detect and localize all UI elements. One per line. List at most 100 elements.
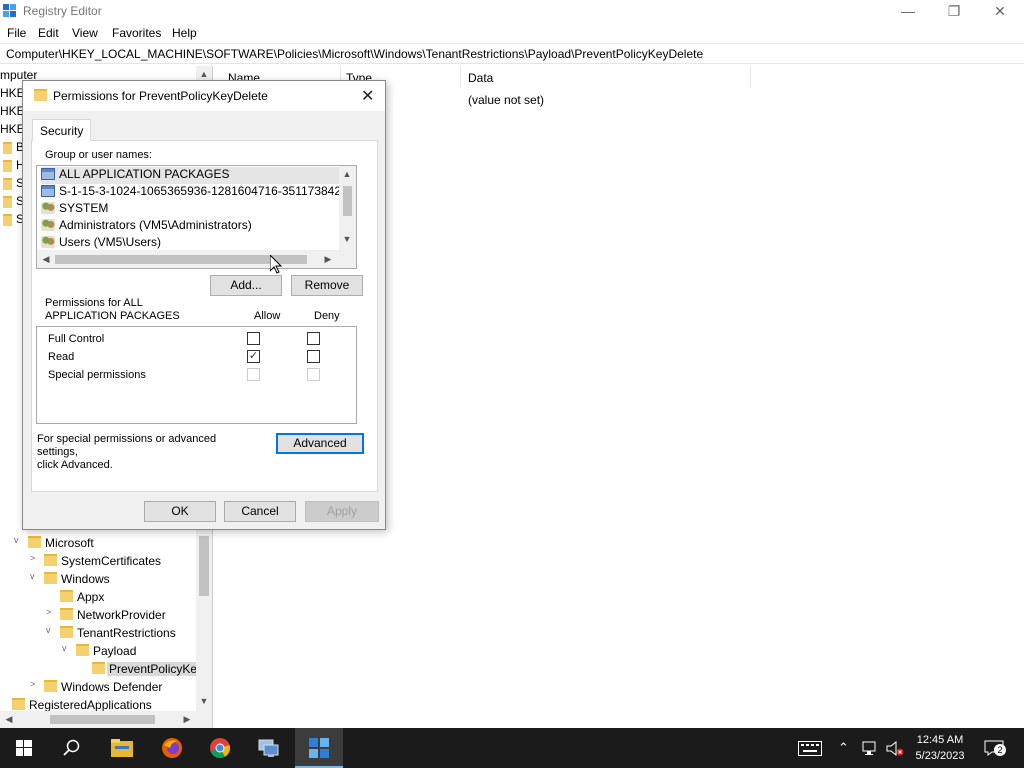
action-center-button[interactable]: 2: [984, 740, 1006, 756]
keyboard-icon[interactable]: [798, 741, 822, 756]
tab-security[interactable]: Security: [32, 119, 92, 141]
scroll-right-arrow-icon[interactable]: ▶: [321, 254, 335, 265]
scrollbar-thumb[interactable]: [343, 186, 352, 216]
scroll-right-arrow-icon[interactable]: ▶: [180, 714, 194, 725]
tree-item-label: TenantRestrictions: [77, 626, 176, 640]
tree-item-label: SystemCertificates: [61, 554, 162, 568]
remove-button[interactable]: Remove: [291, 275, 363, 296]
permissions-for-label: Permissions for ALL: [45, 297, 143, 309]
firefox-button[interactable]: [148, 728, 196, 768]
search-button[interactable]: [48, 728, 96, 768]
menu-file[interactable]: File: [7, 26, 26, 40]
scroll-left-arrow-icon[interactable]: ◀: [2, 714, 16, 725]
scroll-down-arrow-icon[interactable]: ▼: [197, 696, 211, 706]
user-list-horizontal-scrollbar[interactable]: ◀ ▶: [37, 250, 356, 268]
close-button[interactable]: ✕: [977, 0, 1023, 23]
title-bar: Registry Editor — ❐ ✕: [0, 0, 1024, 23]
taskbar: ⌃ 12:45 AM 5/23/2023 2: [0, 728, 1024, 768]
user-list-vertical-scrollbar[interactable]: ▲ ▼: [339, 166, 356, 250]
expand-toggle[interactable]: v: [62, 643, 74, 653]
scroll-left-arrow-icon[interactable]: ◀: [39, 254, 53, 265]
speaker-muted-icon[interactable]: [886, 741, 904, 756]
scroll-down-arrow-icon[interactable]: ▼: [340, 234, 354, 244]
chrome-button[interactable]: [196, 728, 244, 768]
network-icon[interactable]: [862, 741, 880, 756]
file-explorer-icon: [111, 739, 133, 757]
start-button[interactable]: [0, 728, 48, 768]
list-item[interactable]: ALL APPLICATION PACKAGES: [41, 167, 341, 184]
column-divider[interactable]: [460, 66, 461, 88]
folder-icon: [3, 196, 12, 208]
folder-icon: [44, 572, 57, 584]
full-control-allow-checkbox[interactable]: [247, 332, 260, 345]
tree-hive-fragment[interactable]: HKE: [0, 122, 25, 136]
full-control-deny-checkbox[interactable]: [307, 332, 320, 345]
user-name: Users (VM5\Users): [59, 235, 162, 249]
folder-icon: [60, 590, 73, 602]
registry-editor-taskbar-button[interactable]: [295, 728, 343, 768]
apply-button: Apply: [305, 501, 379, 522]
remote-desktop-button[interactable]: [244, 728, 292, 768]
ok-button[interactable]: OK: [144, 501, 216, 522]
scroll-up-arrow-icon[interactable]: ▲: [197, 69, 211, 79]
special-allow-checkbox: [247, 368, 260, 381]
list-item[interactable]: Administrators (VM5\Administrators): [41, 218, 341, 235]
dialog-close-icon[interactable]: ✕: [361, 86, 374, 106]
expand-toggle[interactable]: v: [14, 535, 26, 545]
clock-date: 5/23/2023: [915, 750, 965, 762]
group-icon: [41, 219, 55, 231]
expand-toggle[interactable]: v: [30, 571, 42, 581]
read-allow-checkbox[interactable]: ✓: [247, 350, 260, 363]
read-deny-checkbox[interactable]: [307, 350, 320, 363]
tree-hive-fragment[interactable]: HKE: [0, 104, 25, 118]
address-path[interactable]: Computer\HKEY_LOCAL_MACHINE\SOFTWARE\Pol…: [6, 47, 703, 61]
expand-toggle[interactable]: >: [46, 607, 58, 617]
menu-edit[interactable]: Edit: [38, 26, 59, 40]
user-name: SYSTEM: [59, 201, 109, 215]
minimize-button[interactable]: —: [885, 0, 931, 23]
dialog-title-bar[interactable]: Permissions for PreventPolicyKeyDelete ✕: [23, 81, 385, 111]
folder-icon: [92, 662, 105, 674]
list-item[interactable]: SYSTEM: [41, 201, 341, 218]
group-names-label: Group or user names:: [45, 149, 152, 161]
registry-editor-icon: [309, 738, 329, 758]
value-data-cell[interactable]: (value not set): [468, 93, 544, 107]
maximize-button[interactable]: ❐: [931, 0, 977, 23]
tree-item-label: Windows Defender: [61, 680, 163, 694]
windows-logo-icon: [16, 740, 32, 756]
system-clock[interactable]: 12:45 AM 5/23/2023: [908, 732, 972, 764]
folder-icon: [60, 626, 73, 638]
chevron-up-icon[interactable]: ⌃: [838, 740, 849, 756]
column-header-data[interactable]: Data: [468, 71, 493, 85]
file-explorer-button[interactable]: [98, 728, 146, 768]
address-bar[interactable]: Computer\HKEY_LOCAL_MACHINE\SOFTWARE\Pol…: [0, 43, 1024, 64]
package-icon: [41, 168, 55, 180]
menu-help[interactable]: Help: [172, 26, 197, 40]
group-icon: [41, 202, 55, 214]
scroll-up-arrow-icon[interactable]: ▲: [340, 169, 354, 179]
expand-toggle[interactable]: >: [30, 553, 42, 563]
column-divider[interactable]: [750, 66, 751, 88]
package-icon: [41, 185, 55, 197]
deny-column-header: Deny: [314, 310, 340, 322]
add-button[interactable]: Add...: [210, 275, 282, 296]
folder-icon: [12, 698, 25, 710]
tree-item-label: RegisteredApplications: [29, 698, 152, 712]
menu-favorites[interactable]: Favorites: [112, 26, 161, 40]
cancel-button[interactable]: Cancel: [224, 501, 296, 522]
network-computers-icon: [258, 739, 279, 757]
chrome-icon: [210, 738, 230, 759]
list-item[interactable]: S-1-15-3-1024-1065365936-1281604716-3511…: [41, 184, 341, 201]
advanced-button[interactable]: Advanced: [276, 433, 364, 454]
scrollbar-thumb[interactable]: [50, 715, 155, 724]
expand-toggle[interactable]: >: [30, 679, 42, 689]
folder-icon: [60, 608, 73, 620]
scrollbar-thumb[interactable]: [199, 536, 209, 596]
tree-item-label: Appx: [77, 590, 105, 604]
tree-horizontal-scrollbar[interactable]: ◀ ▶: [0, 711, 212, 728]
user-list[interactable]: ALL APPLICATION PACKAGES S-1-15-3-1024-1…: [36, 165, 357, 269]
tree-hive-fragment[interactable]: HKE: [0, 86, 25, 100]
permissions-dialog: Permissions for PreventPolicyKeyDelete ✕…: [22, 80, 386, 530]
menu-view[interactable]: View: [72, 26, 98, 40]
expand-toggle[interactable]: v: [46, 625, 58, 635]
